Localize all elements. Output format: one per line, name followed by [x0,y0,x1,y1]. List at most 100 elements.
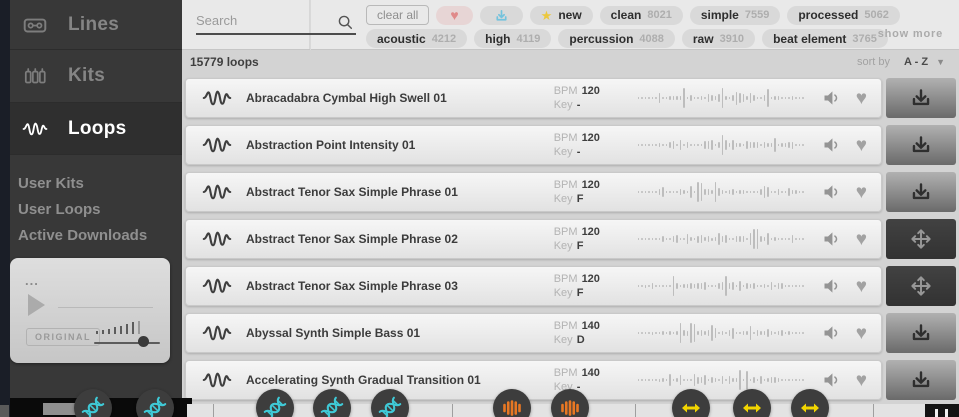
waveform-preview[interactable] [637,179,806,205]
results-toolbar: 15779 loops sort by A - Z ▼ [182,50,959,73]
filter-header: clear all ♥ ★ new clean 8021 simple 75 [182,0,959,50]
waveform-preview[interactable] [637,226,806,252]
drag-to-project-button[interactable] [886,219,956,259]
heart-icon[interactable]: ♥ [856,183,867,202]
horizontal-arrow-icon [679,396,703,417]
loop-meta: BPM 120 Key F [553,273,600,299]
loop-title: Abstract Tenor Sax Simple Phrase 03 [246,279,458,293]
play-icon[interactable] [28,294,45,316]
favorites-filter-pill[interactable]: ♥ [436,5,473,25]
waveform-icon [202,369,232,391]
download-button[interactable] [886,78,956,118]
download-button[interactable] [886,172,956,212]
key-value: - [576,99,581,111]
speaker-icon[interactable] [822,370,842,390]
speaker-icon[interactable] [822,182,842,202]
chevron-down-icon: ▼ [936,56,945,67]
speaker-icon[interactable] [822,276,842,296]
loop-card[interactable]: Abstract Tenor Sax Simple Phrase 01 BPM 1… [185,172,882,212]
sidebar-item-user-kits[interactable]: User Kits [18,171,182,197]
sidebar-item-user-loops[interactable]: User Loops [18,197,182,223]
downloaded-filter-pill[interactable] [479,5,523,25]
loop-card[interactable]: Abracadabra Cymbal High Swell 01 BPM 120 … [185,78,882,118]
bpm-value: 120 [581,226,600,238]
key-value: - [576,146,581,158]
tag-pill-percussion[interactable]: percussion 4088 [558,29,675,48]
heart-icon[interactable]: ♥ [856,89,867,108]
sidebar-item-lines[interactable]: Lines [10,0,182,50]
loop-row: Abracadabra Cymbal High Swell 01 BPM 120 … [185,78,956,118]
tag-pill-clean[interactable]: clean 8021 [599,5,683,25]
loop-meta: BPM 120 Key F [553,179,600,205]
loop-card[interactable]: Abyssal Synth Simple Bass 01 BPM 140 Key D… [185,313,882,353]
tag-pill-processed[interactable]: processed 5062 [787,5,900,25]
search-icon[interactable] [336,13,354,31]
loop-title: Abyssal Synth Simple Bass 01 [246,326,421,340]
sort-by-label: sort by [857,55,891,68]
tag-pill-high[interactable]: high 4119 [474,29,552,48]
volume-ticks [96,320,162,334]
bpm-value: 120 [581,179,600,191]
kits-icon [22,63,48,89]
preview-player: ... ORIGINAL [10,258,170,363]
speaker-icon[interactable] [822,323,842,343]
loop-card[interactable]: Abstraction Point Intensity 01 BPM 120 Ke… [185,125,882,165]
drag-to-project-button[interactable] [886,266,956,306]
heart-icon[interactable]: ♥ [856,371,867,390]
download-button[interactable] [886,125,956,165]
tag-pill-simple[interactable]: simple 7559 [689,5,781,25]
volume-slider-knob[interactable] [138,336,149,347]
loop-row: Abyssal Synth Simple Bass 01 BPM 140 Key D… [185,313,956,353]
show-more-link[interactable]: show more [878,28,943,40]
speaker-icon[interactable] [822,135,842,155]
dna-clip-icon [143,396,167,417]
waveform-icon [202,87,232,109]
heart-icon[interactable]: ♥ [856,230,867,249]
heart-icon[interactable]: ♥ [856,324,867,343]
speaker-icon[interactable] [822,88,842,108]
bpm-value: 140 [581,320,600,332]
waveform-preview[interactable] [637,367,806,393]
sidebar-item-active-downloads[interactable]: Active Downloads [18,223,182,249]
download-button[interactable] [886,360,956,400]
loop-row: Abstract Tenor Sax Simple Phrase 02 BPM 1… [185,219,956,259]
original-button[interactable]: ORIGINAL [26,328,100,346]
waveform-preview[interactable] [637,320,806,346]
dna-clip-icon [81,396,105,417]
loop-row: Abstract Tenor Sax Simple Phrase 03 BPM 1… [185,266,956,306]
key-value: D [576,334,585,346]
download-button[interactable] [886,313,956,353]
search-input[interactable] [196,10,336,33]
waveform-preview[interactable] [637,132,806,158]
sort-dropdown[interactable]: A - Z ▼ [904,56,945,68]
speaker-icon[interactable] [822,229,842,249]
heart-icon: ♥ [450,7,459,23]
key-value: F [576,240,584,252]
sidebar-item-loops[interactable]: Loops [10,103,182,155]
loop-card[interactable]: Abstract Tenor Sax Simple Phrase 03 BPM 1… [185,266,882,306]
heart-icon[interactable]: ♥ [856,136,867,155]
clear-all-button[interactable]: clear all [366,5,430,25]
main-panel: clear all ♥ ★ new clean 8021 simple 75 [182,0,959,417]
waveform-preview[interactable] [637,85,806,111]
waveform-icon [202,322,232,344]
cassette-icon [22,12,48,38]
loop-card[interactable]: Abstract Tenor Sax Simple Phrase 02 BPM 1… [185,219,882,259]
loop-card[interactable]: Accelerating Synth Gradual Transition 01… [185,360,882,400]
key-value: F [576,193,584,205]
tag-pill-beat-element[interactable]: beat element 3765 [762,29,888,48]
sidebar-item-kits[interactable]: Kits [10,50,182,103]
sidebar-item-label: Kits [68,65,106,86]
loop-meta: BPM 120 Key - [553,132,600,158]
heart-icon[interactable]: ♥ [856,277,867,296]
waveform-icon [202,134,232,156]
tag-pill-raw[interactable]: raw 3910 [681,29,756,48]
waveform-icon [22,116,48,142]
loop-title: Abstract Tenor Sax Simple Phrase 02 [246,232,458,246]
waveform-preview[interactable] [637,273,806,299]
loop-meta: BPM 120 Key F [553,226,600,252]
tag-pill-acoustic[interactable]: acoustic 4212 [366,29,468,48]
horizontal-arrow-icon [740,396,764,417]
bars-clip-icon [500,396,524,417]
new-filter-pill[interactable]: ★ new [529,5,593,25]
